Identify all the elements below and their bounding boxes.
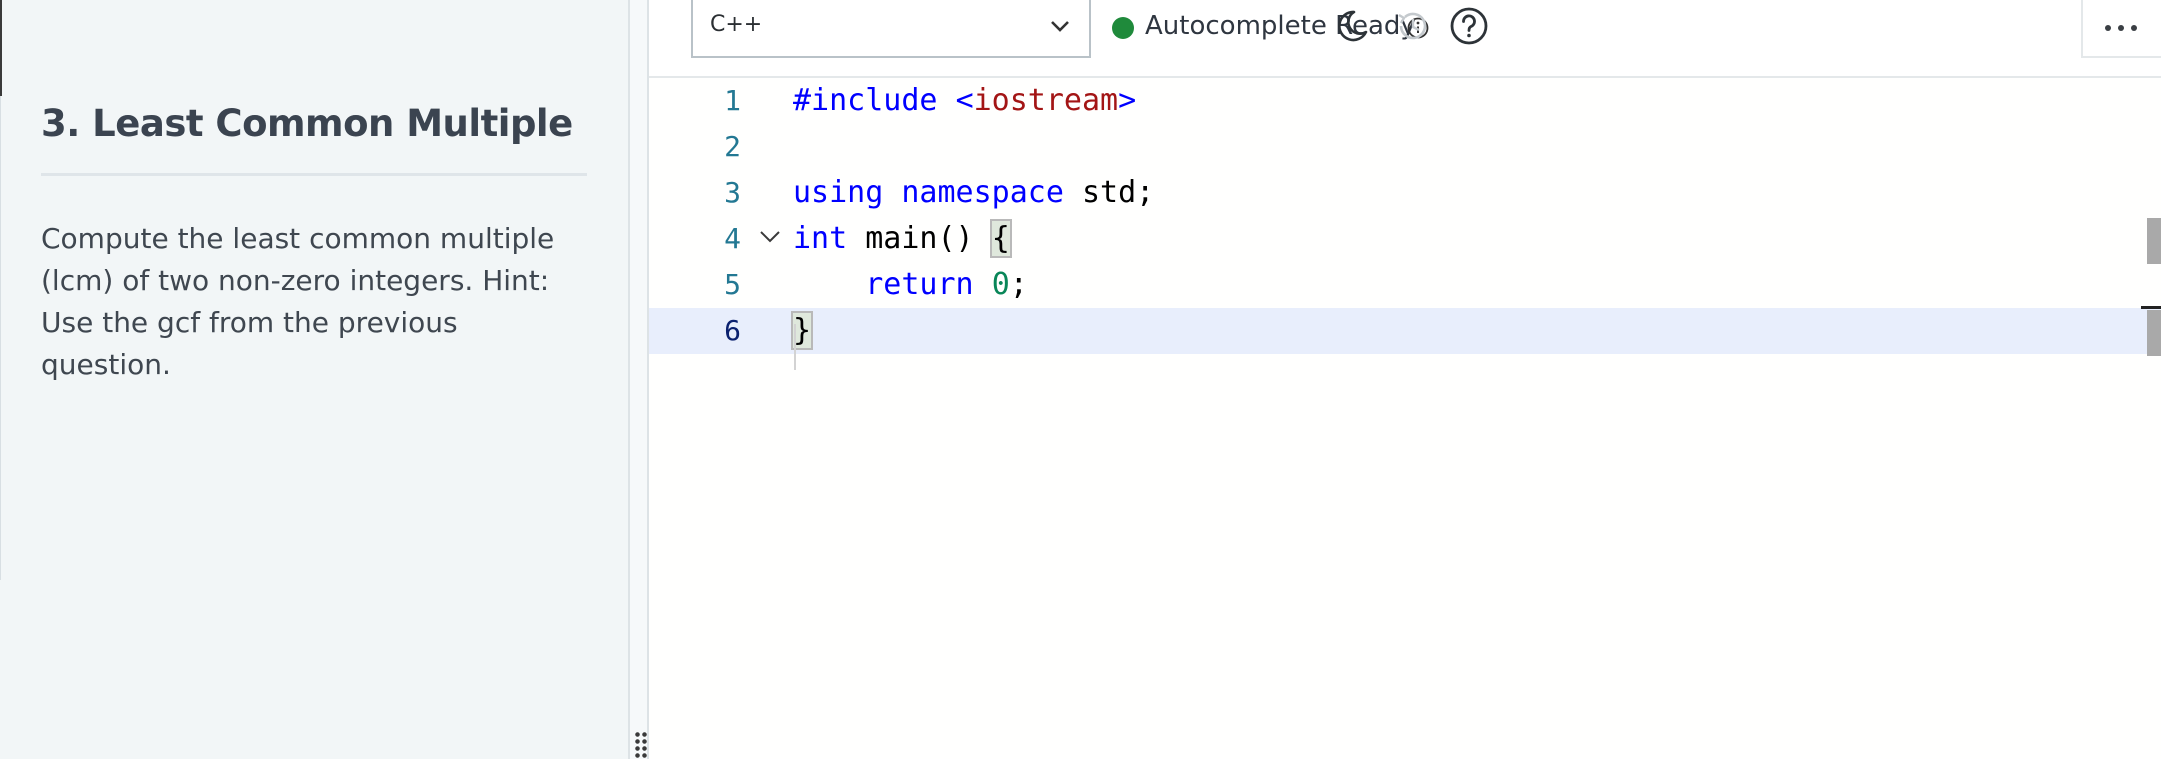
code-token: main() bbox=[847, 221, 992, 256]
scrollbar-overview bbox=[2147, 310, 2161, 356]
code-editor[interactable]: 6} 5 return 0; 4 int main() {3 using namespa… bbox=[649, 78, 2161, 759]
code-token: > bbox=[1118, 83, 1137, 118]
autocomplete-status: Autocomplete Ready bbox=[1145, 11, 1416, 41]
scrollbar-cursor-marker bbox=[2141, 306, 2161, 309]
code-line[interactable]: 1 #include <iostream> bbox=[649, 78, 2161, 124]
code-token: iostream bbox=[973, 83, 1119, 118]
history-icon[interactable] bbox=[1392, 6, 1432, 46]
language-select[interactable]: C++ bbox=[691, 0, 1091, 58]
help-icon[interactable] bbox=[1449, 6, 1489, 46]
resize-grip-icon[interactable] bbox=[634, 731, 647, 759]
line-number: 3 bbox=[724, 176, 741, 209]
code-token: #include bbox=[793, 83, 956, 118]
problem-panel: 3. Least Common Multiple Compute the lea… bbox=[0, 0, 628, 759]
code-token: { bbox=[989, 219, 1012, 258]
code-token: return bbox=[865, 267, 974, 302]
code-line[interactable]: 5 return 0; bbox=[649, 262, 2161, 308]
status-indicator bbox=[1112, 17, 1134, 39]
problem-title: 3. Least Common Multiple bbox=[41, 102, 573, 145]
code-line[interactable]: 6} bbox=[649, 308, 2161, 354]
code-text: int main() { bbox=[793, 216, 1012, 262]
scrollbar-thumb[interactable] bbox=[2147, 218, 2161, 264]
more-button[interactable] bbox=[2081, 0, 2161, 58]
code-text: using namespace std; bbox=[793, 170, 1154, 216]
more-icon bbox=[2105, 25, 2137, 31]
code-token: 0 bbox=[991, 267, 1010, 302]
problem-description: Compute the least common multiple (lcm) … bbox=[41, 222, 555, 381]
code-line[interactable]: 2 bbox=[649, 124, 2161, 170]
code-text: #include <iostream> bbox=[793, 78, 1136, 124]
title-divider bbox=[41, 173, 587, 176]
panel-edge-lower bbox=[0, 96, 1, 580]
code-token: < bbox=[955, 83, 974, 118]
line-number: 4 bbox=[724, 222, 741, 255]
fold-chevron-icon[interactable] bbox=[759, 229, 781, 245]
indent-guide bbox=[794, 324, 796, 370]
code-token: int bbox=[793, 221, 848, 256]
code-token: using bbox=[793, 175, 884, 210]
code-line[interactable]: 3 using namespace std; bbox=[649, 170, 2161, 216]
panel-edge bbox=[0, 0, 2, 96]
line-number: 1 bbox=[724, 84, 741, 117]
code-text: return 0; bbox=[793, 262, 1028, 308]
editor-toolbar: C++ Autocomplete Ready bbox=[649, 0, 2161, 78]
panel-splitter[interactable] bbox=[628, 0, 649, 759]
code-token: namespace bbox=[901, 175, 1064, 210]
code-token: std; bbox=[1063, 175, 1155, 210]
code-token: ; bbox=[1009, 267, 1028, 302]
line-number: 6 bbox=[724, 314, 741, 347]
moon-icon[interactable] bbox=[1332, 6, 1372, 46]
code-line[interactable]: 4 int main() { bbox=[649, 216, 2161, 262]
chevron-down-icon bbox=[1051, 21, 1069, 32]
line-number: 2 bbox=[724, 130, 741, 163]
language-value: C++ bbox=[710, 12, 763, 37]
line-number: 5 bbox=[724, 268, 741, 301]
